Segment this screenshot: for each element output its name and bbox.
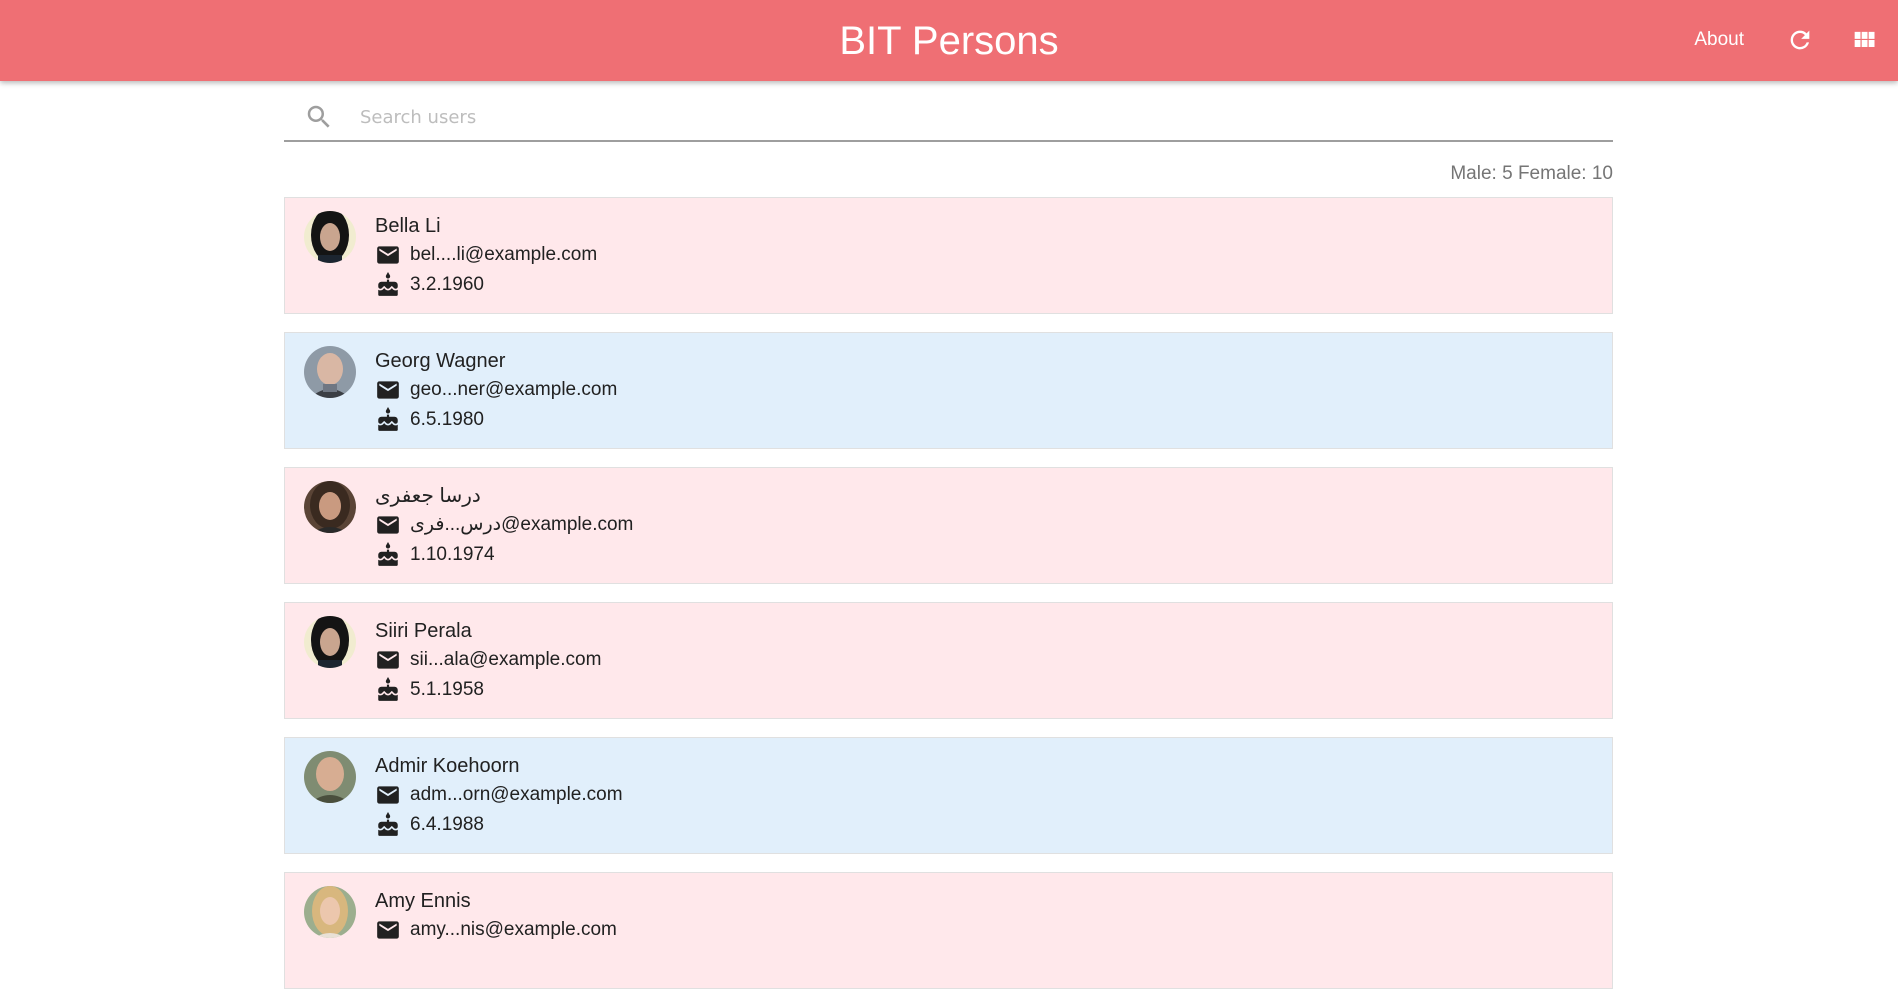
user-birthday: 6.4.1988	[410, 814, 484, 835]
gender-count: Male: 5 Female: 10	[1450, 163, 1613, 184]
avatar	[304, 481, 356, 533]
search-input[interactable]	[358, 100, 1562, 134]
about-link[interactable]: About	[1694, 28, 1744, 52]
user-email: sii...ala@example.com	[410, 649, 602, 670]
cake-icon	[378, 677, 398, 701]
user-card: Amy Ennis amy...nis@example.com	[284, 872, 1613, 989]
user-name: Bella Li	[375, 215, 441, 237]
avatar	[304, 616, 356, 668]
cake-icon	[378, 272, 398, 296]
app-header: BIT Persons About	[0, 0, 1898, 81]
avatar	[304, 886, 356, 938]
search-bar	[284, 94, 1613, 142]
cake-icon	[378, 542, 398, 566]
user-card: Admir Koehoorn adm...orn@example.com 6.4…	[284, 737, 1613, 854]
user-card: Siiri Perala sii...ala@example.com 5.1.1…	[284, 602, 1613, 719]
mail-icon	[377, 516, 399, 534]
avatar	[304, 346, 356, 398]
user-birthday: 1.10.1974	[410, 544, 495, 565]
user-card: درسا جعفری درس...فری@example.com 1.10.19…	[284, 467, 1613, 584]
user-birthday: 3.2.1960	[410, 274, 484, 295]
mail-icon	[377, 921, 399, 939]
user-name: Amy Ennis	[375, 890, 471, 912]
mail-icon	[377, 381, 399, 399]
cake-icon	[378, 407, 398, 431]
user-name: Georg Wagner	[375, 350, 506, 372]
user-email: adm...orn@example.com	[410, 784, 623, 805]
mail-icon	[377, 246, 399, 264]
user-birthday: 6.5.1980	[410, 409, 484, 430]
user-email: geo...ner@example.com	[410, 379, 618, 400]
cake-icon	[378, 812, 398, 836]
user-name: Siiri Perala	[375, 620, 472, 642]
avatar	[304, 211, 356, 263]
user-card: Georg Wagner geo...ner@example.com 6.5.1…	[284, 332, 1613, 449]
mail-icon	[377, 786, 399, 804]
user-card: Bella Li bel....li@example.com 3.2.1960	[284, 197, 1613, 314]
user-name: Admir Koehoorn	[375, 755, 520, 777]
avatar	[304, 751, 356, 803]
user-list: Bella Li bel....li@example.com 3.2.1960 …	[284, 197, 1613, 1007]
app-title: BIT Persons	[839, 19, 1059, 63]
user-email: درس...فری@example.com	[410, 514, 634, 535]
mail-icon	[377, 651, 399, 669]
user-birthday: 5.1.1958	[410, 679, 484, 700]
refresh-icon[interactable]	[1786, 26, 1814, 54]
user-email: amy...nis@example.com	[410, 919, 617, 940]
grid-view-icon[interactable]	[1850, 26, 1878, 54]
user-name: درسا جعفری	[375, 485, 481, 507]
user-email: bel....li@example.com	[410, 244, 598, 265]
search-icon	[304, 102, 334, 132]
